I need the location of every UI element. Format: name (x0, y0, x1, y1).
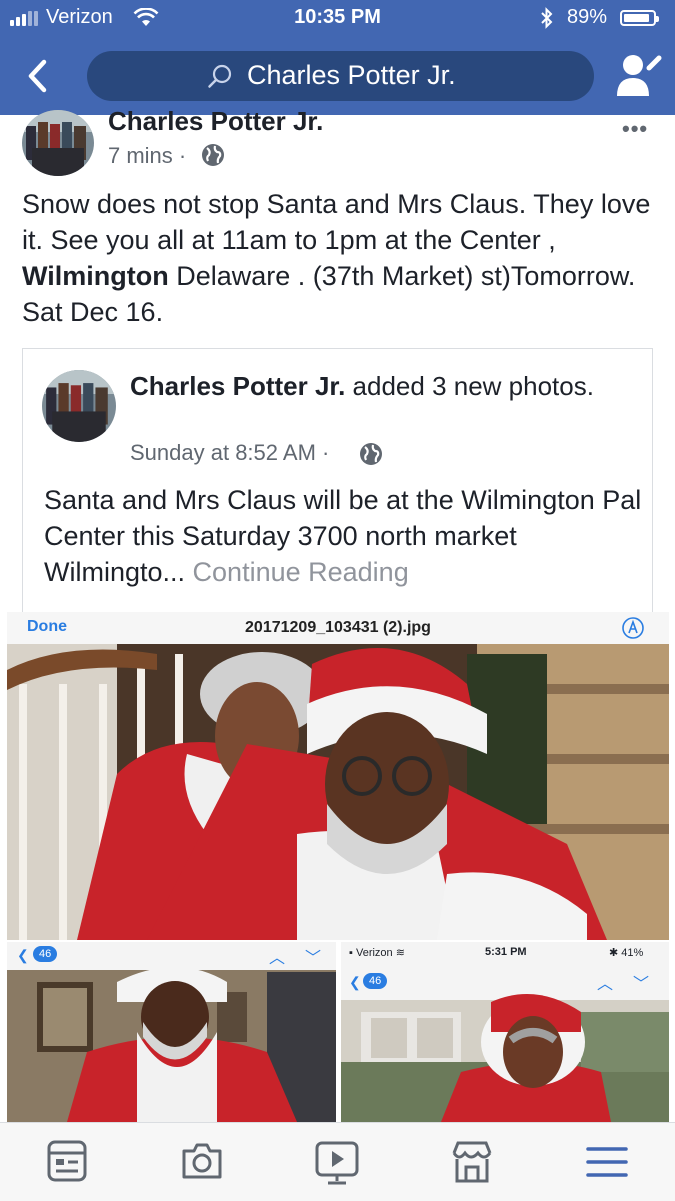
photo-filename: 20171209_103431 (2).jpg (245, 619, 431, 636)
back-chevron-icon[interactable] (22, 56, 52, 96)
shared-post-text: Santa and Mrs Claus will be at the Wilmi… (44, 482, 644, 590)
more-options-icon[interactable]: ••• (622, 116, 648, 142)
back-chevron-icon: ❮ (349, 974, 361, 990)
photo-santa[interactable]: ❮ 46 ︿ ﹀ (7, 942, 336, 1122)
news-feed-icon[interactable] (46, 1139, 88, 1183)
shared-post-header: Charles Potter Jr. added 3 new photos. (130, 368, 630, 404)
up-chevron-icon: ︿ (597, 976, 614, 993)
search-input[interactable]: Charles Potter Jr. (87, 51, 594, 101)
post-time: 7 mins (108, 143, 173, 168)
post-text-link[interactable]: Wilmington (22, 261, 169, 291)
mini-clock: 5:31 PM (485, 946, 527, 958)
continue-reading-link[interactable]: Continue Reading (193, 557, 409, 587)
mini-battery: ✱ 41% (609, 947, 644, 959)
menu-icon[interactable] (586, 1145, 628, 1179)
mini-battery-percent: 41% (621, 947, 644, 959)
mrs-claus-photo (341, 942, 669, 1122)
post-text-start: Snow does not stop Santa and Mrs Claus. … (22, 189, 651, 255)
post-text: Snow does not stop Santa and Mrs Claus. … (22, 186, 652, 330)
bluetooth-icon (541, 7, 553, 29)
back-count-badge: 46 (363, 973, 388, 989)
markup-icon (622, 617, 644, 639)
camera-icon[interactable] (180, 1139, 224, 1183)
battery-icon (620, 10, 659, 26)
battery-percent: 89% (567, 6, 608, 28)
video-icon[interactable] (314, 1139, 360, 1187)
back-count-badge: 46 (33, 946, 58, 962)
post-author[interactable]: Charles Potter Jr. (108, 106, 323, 137)
photo-main[interactable]: Done 20171209_103431 (2).jpg (7, 612, 669, 940)
app-header: Verizon 10:35 PM 89% Charles Potter Jr. (0, 0, 675, 115)
status-bar: Verizon 10:35 PM 89% (0, 0, 675, 38)
shared-author-avatar[interactable] (42, 370, 116, 442)
photo-mrs-claus[interactable]: ▪︎ Verizon ≋ 5:31 PM ✱ 41% ❮ 46 ︿ ﹀ (341, 942, 669, 1122)
search-query: Charles Potter Jr. (247, 60, 456, 90)
santa-couple-photo (7, 644, 669, 940)
down-chevron-icon: ﹀ (305, 950, 322, 967)
mini-carrier: Verizon (355, 947, 393, 959)
shared-post-time: Sunday at 8:52 AM (130, 440, 316, 465)
marketplace-icon[interactable] (450, 1139, 494, 1185)
mini-status-bar: ▪︎ Verizon ≋ (349, 947, 405, 959)
down-chevron-icon: ﹀ (633, 976, 650, 993)
globe-icon (360, 443, 382, 465)
globe-icon (202, 144, 224, 166)
bottom-tab-bar (0, 1122, 675, 1201)
shared-post-action: added 3 new photos. (352, 371, 594, 401)
up-chevron-icon: ︿ (269, 950, 286, 967)
shared-post-timestamp[interactable]: Sunday at 8:52 AM · (130, 440, 329, 466)
shared-post-author[interactable]: Charles Potter Jr. (130, 371, 345, 401)
search-icon (208, 64, 232, 88)
author-avatar[interactable] (22, 110, 94, 176)
back-chevron-icon: ❮ (17, 947, 29, 963)
photo-viewer-toolbar: Done 20171209_103431 (2).jpg (7, 612, 669, 645)
santa-photo (7, 942, 336, 1122)
friend-request-icon[interactable] (615, 52, 663, 98)
post-timestamp[interactable]: 7 mins · (108, 143, 186, 169)
